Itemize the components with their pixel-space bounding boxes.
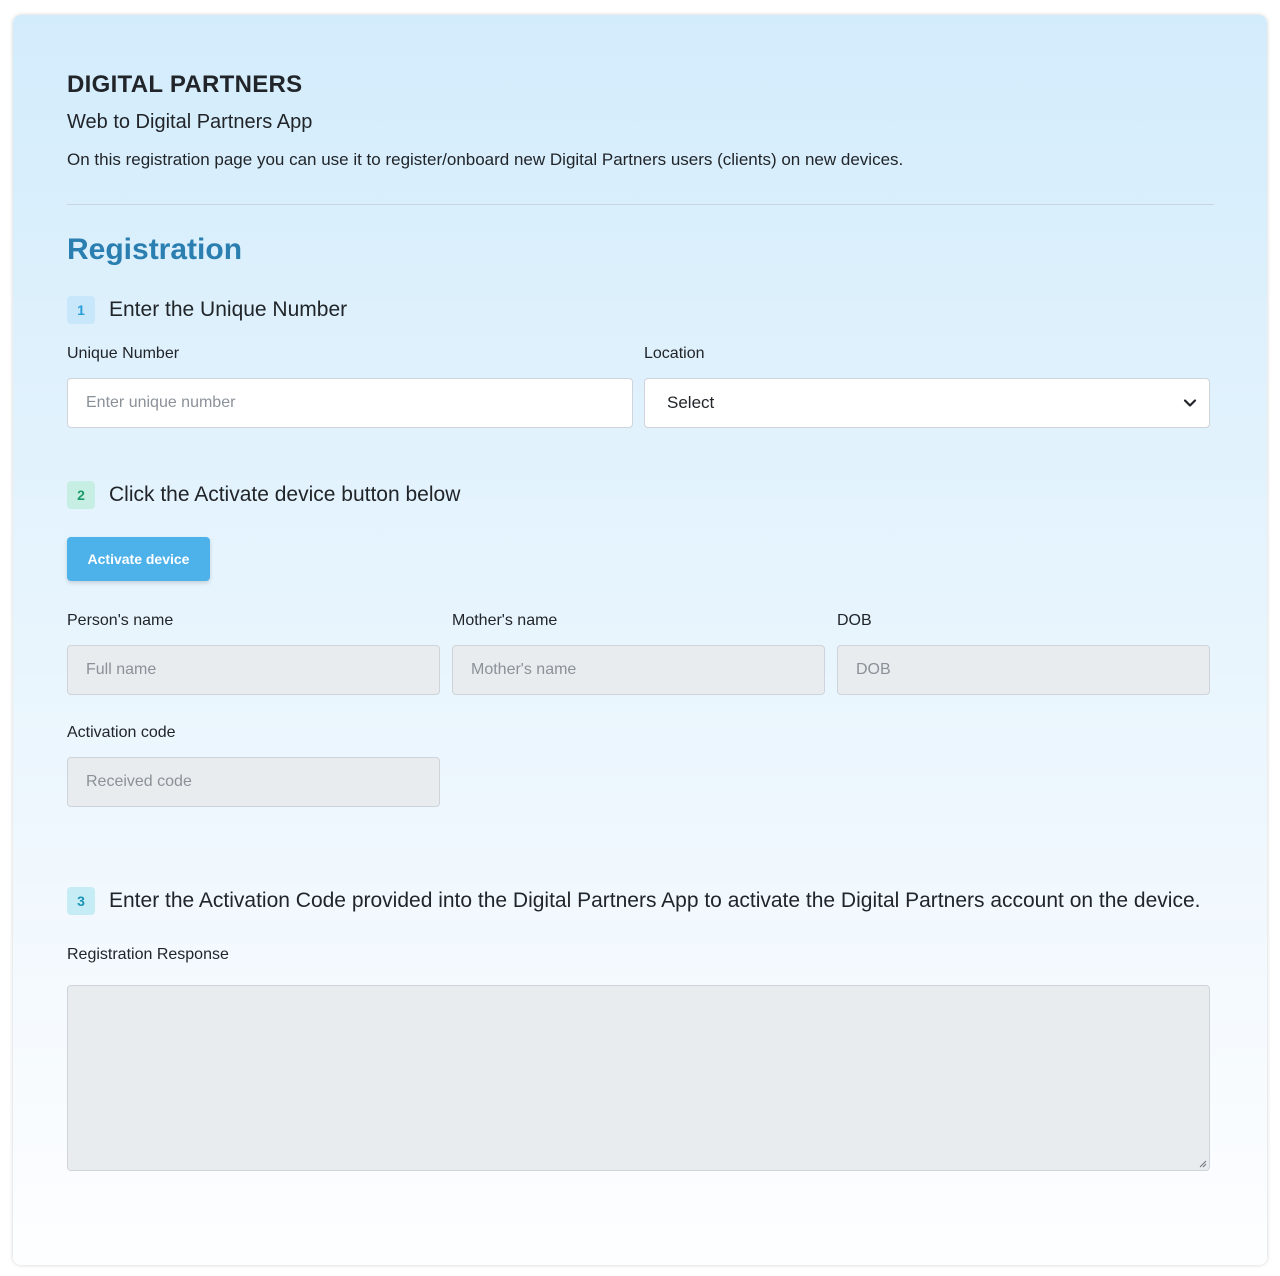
step-2: 2 Click the Activate device button below — [67, 481, 460, 509]
step-3-text: Enter the Activation Code provided into … — [109, 889, 1201, 912]
brand-title: DIGITAL PARTNERS — [67, 71, 303, 98]
person-name-label: Person's name — [67, 612, 174, 629]
step-3-badge: 3 — [67, 887, 95, 915]
section-title: Registration — [67, 233, 243, 266]
activation-code-label: Activation code — [67, 724, 176, 741]
unique-number-label: Unique Number — [67, 345, 180, 362]
chevron-down-icon — [1183, 399, 1197, 407]
step-1: 1 Enter the Unique Number — [67, 296, 347, 324]
unique-number-input[interactable] — [67, 378, 633, 428]
mother-name-input — [452, 645, 825, 695]
location-selected-value: Select — [667, 393, 715, 412]
location-select[interactable]: Select — [644, 378, 1210, 428]
step-2-badge: 2 — [67, 481, 95, 509]
step-3: 3 Enter the Activation Code provided int… — [67, 887, 1200, 915]
step-2-text: Click the Activate device button below — [109, 483, 461, 506]
location-label: Location — [644, 345, 705, 362]
dob-label: DOB — [837, 612, 872, 629]
step-1-badge: 1 — [67, 296, 95, 324]
registration-response-textarea[interactable] — [67, 985, 1210, 1171]
resize-grip-icon[interactable] — [1197, 1158, 1207, 1168]
header-divider — [67, 204, 1214, 205]
person-name-input — [67, 645, 440, 695]
mother-name-label: Mother's name — [452, 612, 558, 629]
step-1-text: Enter the Unique Number — [109, 298, 348, 321]
tagline: Web to Digital Partners App — [67, 111, 313, 133]
page-description: On this registration page you can use it… — [67, 150, 904, 169]
dob-input — [837, 645, 1210, 695]
activate-device-button[interactable]: Activate device — [67, 537, 210, 581]
activation-code-input — [67, 757, 440, 807]
registration-response-label: Registration Response — [67, 946, 229, 963]
registration-card: DIGITAL PARTNERS Web to Digital Partners… — [13, 15, 1267, 1265]
